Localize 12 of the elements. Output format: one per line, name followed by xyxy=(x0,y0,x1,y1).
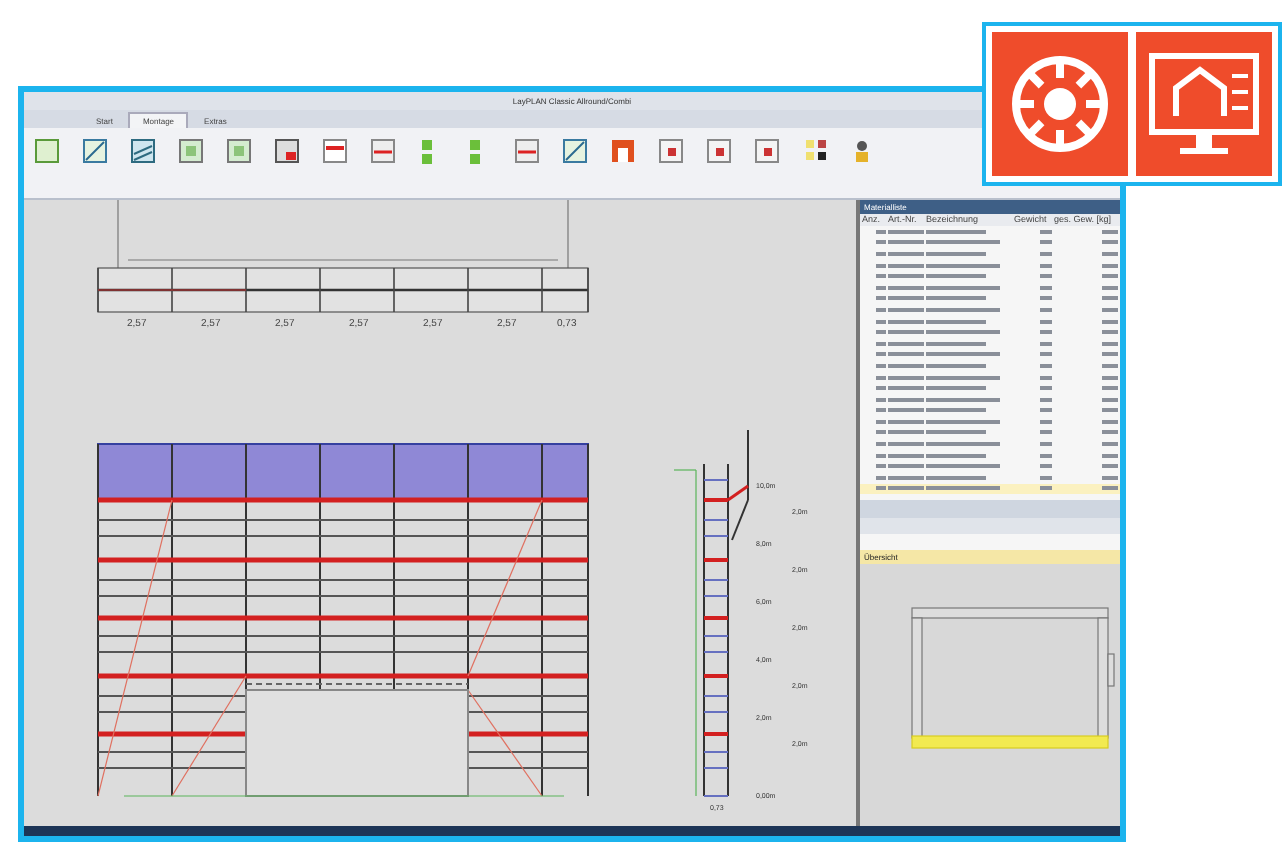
diagonal-tool-icon[interactable] xyxy=(560,136,590,166)
stripes-tool-icon[interactable] xyxy=(128,136,158,166)
panel-tool-icon[interactable] xyxy=(320,136,350,166)
diagonal-tool-icon[interactable] xyxy=(80,136,110,166)
level-tool-icon[interactable] xyxy=(368,136,398,166)
table-row[interactable] xyxy=(860,483,1120,495)
frame-tool-icon[interactable] xyxy=(32,136,62,166)
railing-tool-icon[interactable] xyxy=(272,136,302,166)
deck-tool-icon[interactable] xyxy=(176,136,206,166)
deck-tool-icon[interactable] xyxy=(224,136,254,166)
level-tool-icon[interactable] xyxy=(512,136,542,166)
stack-tool-icon[interactable] xyxy=(800,136,830,166)
